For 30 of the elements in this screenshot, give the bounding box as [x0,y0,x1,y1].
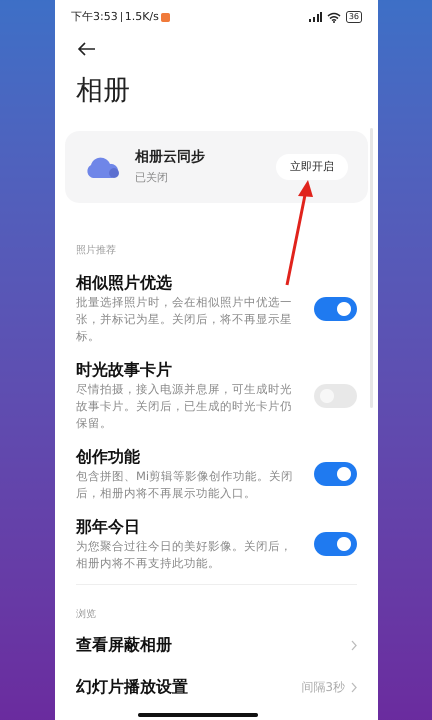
back-icon[interactable] [78,42,96,56]
section-header: 浏览 [76,608,97,622]
notification-icon [160,12,170,22]
setting-title: 时光故事卡片 [76,359,173,381]
setting-description: 包含拼图、Mi剪辑等影像创作功能。关闭后，相册内将不再展示功能入口。 [76,468,294,502]
chevron-icon [351,640,357,650]
setting-row[interactable]: 查看屏蔽相册 [55,626,378,664]
page-title: 相册 [76,74,131,108]
setting-title: 创作功能 [76,446,141,468]
toggle-switch[interactable] [314,532,357,556]
battery-indicator: 36 [346,11,362,23]
card-status: 已关闭 [135,170,169,186]
card-title: 相册云同步 [135,148,206,168]
cloud-icon [85,156,119,178]
setting-title: 那年今日 [76,516,141,538]
setting-row[interactable]: 幻灯片播放设置 间隔3秒 [55,668,378,706]
signal-icon [308,12,322,22]
network-speed: 1.5K/s [124,8,159,25]
setting-title: 相似照片优选 [76,272,173,294]
setting-description: 批量选择照片时，会在相似照片中优选一张，并标记为星。关闭后，将不再显示星标。 [76,294,293,345]
setting-description: 为您聚合过往今日的美好影像。关闭后，相册内将不再支持此功能。 [76,538,293,572]
setting-description: 尽情拍摄，接入电源并息屏，可生成时光故事卡片。关闭后，已生成的时光卡片仍保留。 [76,381,293,432]
chevron-icon [351,682,357,692]
toggle-switch[interactable] [314,296,357,320]
setting-value: 间隔3秒 [301,679,345,696]
enable-button[interactable]: 立即开启 [276,154,348,180]
toggle-switch[interactable] [314,462,357,486]
wifi-icon [326,12,341,22]
section-header: 照片推荐 [76,244,117,258]
status-time: 下午3:53 [71,8,118,25]
